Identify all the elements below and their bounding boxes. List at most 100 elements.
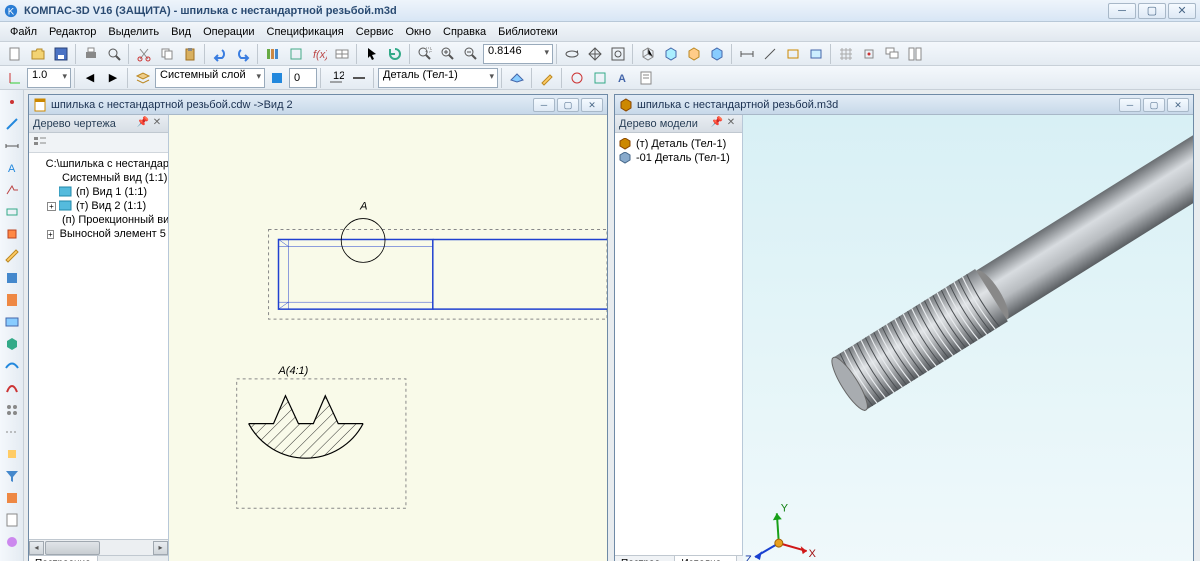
lt-param-icon[interactable] — [2, 224, 22, 244]
lt-view-icon[interactable] — [2, 312, 22, 332]
drawing-tree-pin-icon[interactable]: 📌 — [136, 117, 150, 131]
lt-aux-icon[interactable] — [2, 422, 22, 442]
drawing-tree-close-icon[interactable]: ✕ — [150, 117, 164, 131]
lt-point-icon[interactable] — [2, 92, 22, 112]
lt-text-icon[interactable]: A — [2, 158, 22, 178]
coord-icon[interactable] — [4, 67, 26, 89]
lt-spec2-icon[interactable] — [2, 488, 22, 508]
scale-input[interactable]: 1.0 — [27, 68, 71, 88]
view-shaded-icon[interactable] — [683, 43, 705, 65]
grid-icon[interactable] — [835, 43, 857, 65]
layer-number-input[interactable] — [289, 68, 317, 88]
maximize-button[interactable]: ▢ — [1138, 3, 1166, 19]
layer-dropdown[interactable]: Системный слой — [155, 68, 265, 88]
menu-libraries[interactable]: Библиотеки — [492, 24, 564, 40]
child-drawing-min[interactable]: ─ — [533, 98, 555, 112]
child-model-min[interactable]: ─ — [1119, 98, 1141, 112]
menu-edit[interactable]: Редактор — [43, 24, 102, 40]
tree-item[interactable]: Системный вид (1:1) — [31, 171, 166, 185]
view-wireframe-icon[interactable] — [660, 43, 682, 65]
print-button[interactable] — [80, 43, 102, 65]
lt-measure-icon[interactable] — [2, 246, 22, 266]
line-style-icon[interactable] — [348, 67, 370, 89]
tree-item[interactable]: + Выносной элемент 5 (4: — [31, 227, 166, 241]
menu-spec[interactable]: Спецификация — [261, 24, 350, 40]
dim-icon[interactable] — [736, 43, 758, 65]
drawing-tree[interactable]: + С:\шпилька с нестандартно Системный ви… — [29, 153, 168, 539]
copy-button[interactable] — [156, 43, 178, 65]
lt-spec-icon[interactable] — [2, 268, 22, 288]
layer-color-icon[interactable] — [266, 67, 288, 89]
pan-icon[interactable] — [584, 43, 606, 65]
lt-filter-icon[interactable] — [2, 466, 22, 486]
tile-icon[interactable] — [904, 43, 926, 65]
model-tree-pin-icon[interactable]: 📌 — [710, 117, 724, 131]
tree-hscrollbar[interactable]: ◂ ▸ — [29, 539, 168, 555]
child-model-max[interactable]: ▢ — [1143, 98, 1165, 112]
tool-b-icon[interactable] — [589, 67, 611, 89]
text-icon[interactable]: A — [612, 67, 634, 89]
paste-button[interactable] — [179, 43, 201, 65]
zoom-in-icon[interactable] — [437, 43, 459, 65]
lt-surface-icon[interactable] — [2, 356, 22, 376]
lt-array-icon[interactable] — [2, 400, 22, 420]
spec-icon[interactable] — [635, 67, 657, 89]
lt-body-icon[interactable] — [2, 334, 22, 354]
model-tab-build[interactable]: Построе... — [615, 556, 675, 561]
cursor-icon[interactable] — [361, 43, 383, 65]
lt-edit-icon[interactable] — [2, 202, 22, 222]
plane-icon[interactable] — [506, 67, 528, 89]
zoom-input[interactable]: 0.8146 — [483, 44, 553, 64]
menu-select[interactable]: Выделить — [102, 24, 165, 40]
cut-button[interactable] — [133, 43, 155, 65]
tree-item[interactable]: (т) Деталь (Тел-1) — [617, 137, 740, 151]
child-model-titlebar[interactable]: шпилька с нестандартной резьбой.m3d ─ ▢ … — [615, 95, 1193, 115]
model-tree-close-icon[interactable]: ✕ — [724, 117, 738, 131]
view-iso-icon[interactable] — [637, 43, 659, 65]
view-persp-icon[interactable] — [706, 43, 728, 65]
child-drawing-titlebar[interactable]: шпилька с нестандартной резьбой.cdw ->Ви… — [29, 95, 607, 115]
model-tab-exec[interactable]: Исполне... — [675, 556, 736, 561]
tree-item[interactable]: (п) Проекционный вид 4 — [31, 213, 166, 227]
lt-dim-icon[interactable] — [2, 136, 22, 156]
menu-help[interactable]: Справка — [437, 24, 492, 40]
layers-icon[interactable] — [132, 67, 154, 89]
libs-button[interactable] — [262, 43, 284, 65]
step-back-icon[interactable]: ◀ — [79, 67, 101, 89]
zoom-window-icon[interactable] — [414, 43, 436, 65]
zoom-fit-icon[interactable] — [607, 43, 629, 65]
lt-line-icon[interactable] — [2, 114, 22, 134]
lt-extra-icon[interactable] — [2, 532, 22, 552]
part-dropdown[interactable]: Деталь (Тел-1) — [378, 68, 498, 88]
save-button[interactable] — [50, 43, 72, 65]
view-rotate-icon[interactable] — [561, 43, 583, 65]
fx-button[interactable]: f(x) — [308, 43, 330, 65]
open-button[interactable] — [27, 43, 49, 65]
undo-button[interactable] — [209, 43, 231, 65]
refresh-icon[interactable] — [384, 43, 406, 65]
minimize-button[interactable]: ─ — [1108, 3, 1136, 19]
lt-curve-icon[interactable] — [2, 378, 22, 398]
front-icon[interactable] — [805, 43, 827, 65]
line-icon[interactable] — [759, 43, 781, 65]
close-button[interactable]: ✕ — [1168, 3, 1196, 19]
lt-elem-icon[interactable] — [2, 444, 22, 464]
lt-report2-icon[interactable] — [2, 510, 22, 530]
dim-style-icon[interactable]: 12 — [325, 67, 347, 89]
model-tree[interactable]: (т) Деталь (Тел-1) -01 Деталь (Тел-1) — [615, 133, 742, 555]
menu-operations[interactable]: Операции — [197, 24, 260, 40]
tree-item[interactable]: + С:\шпилька с нестандартно — [31, 157, 166, 171]
tree-item[interactable]: -01 Деталь (Тел-1) — [617, 151, 740, 165]
sketch-icon[interactable] — [536, 67, 558, 89]
zoom-out-icon[interactable] — [460, 43, 482, 65]
rect-icon[interactable] — [782, 43, 804, 65]
menu-window[interactable]: Окно — [399, 24, 437, 40]
orientation-triad[interactable]: X Y Z — [745, 502, 817, 561]
lt-rough-icon[interactable] — [2, 180, 22, 200]
lib2-button[interactable] — [285, 43, 307, 65]
lt-report-icon[interactable] — [2, 290, 22, 310]
step-fwd-icon[interactable]: ▶ — [102, 67, 124, 89]
drawing-canvas[interactable]: А А(4:1) — [169, 115, 607, 561]
preview-button[interactable] — [103, 43, 125, 65]
tree-expander[interactable]: + — [47, 202, 56, 211]
